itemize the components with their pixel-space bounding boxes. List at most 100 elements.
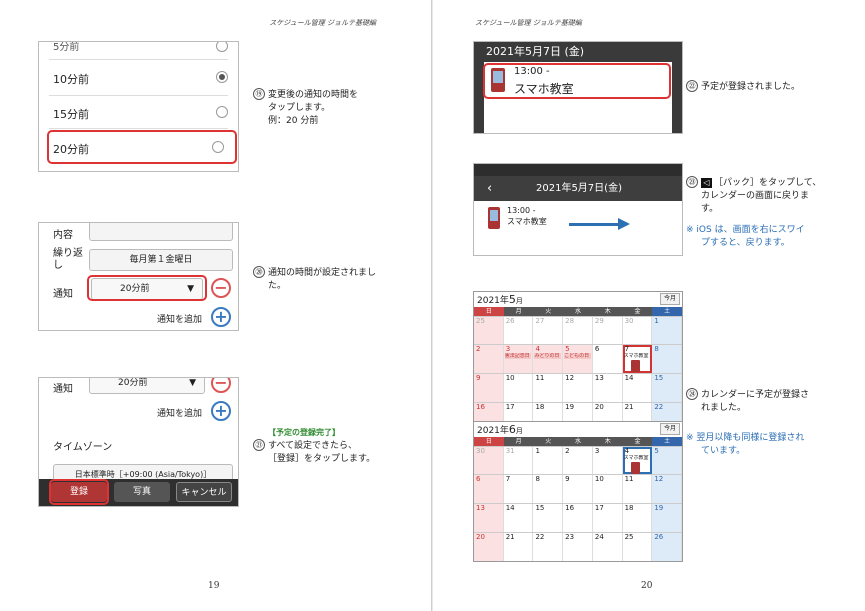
calendar-day-cell[interactable]: 14 xyxy=(504,504,534,532)
weekday-header: 水 xyxy=(563,307,593,316)
calendar-day-cell[interactable]: 19 xyxy=(652,504,683,532)
calendar-day-cell[interactable]: 27 xyxy=(533,317,564,344)
day-number: 20 xyxy=(594,403,604,411)
calendar-day-cell[interactable]: 6 xyxy=(593,345,623,373)
step-24: ㉔カレンダーに予定が登録さ れました。 xyxy=(686,388,809,415)
calendar-day-cell[interactable]: 23 xyxy=(563,533,593,561)
calendar-day-cell[interactable]: 31 xyxy=(504,447,534,474)
day-number: 2 xyxy=(565,447,570,455)
calendar-day-cell[interactable]: 26 xyxy=(652,533,683,561)
calendar-day-cell[interactable]: 15 xyxy=(533,504,564,532)
calendar-day-cell[interactable]: 30 xyxy=(623,317,653,344)
calendar-day-cell[interactable]: 15 xyxy=(652,374,683,402)
calendar-day-cell[interactable]: 28 xyxy=(563,317,593,344)
calendar-day-cell[interactable]: 17 xyxy=(593,504,623,532)
day-number: 7 xyxy=(505,475,511,483)
notify-dropdown[interactable]: 20分前 ▼ xyxy=(89,378,205,394)
weekday-header: 火 xyxy=(533,437,564,446)
calendar-day-cell[interactable]: 11 xyxy=(623,475,653,503)
add-notify-icon[interactable]: + xyxy=(211,401,231,421)
this-month-button[interactable]: 今月 xyxy=(659,423,680,435)
event-time: 13:00 - xyxy=(514,66,550,77)
radio-15[interactable] xyxy=(216,106,228,118)
calendar-day-cell[interactable]: 2 xyxy=(474,345,504,373)
content-label: 内容 xyxy=(53,230,73,241)
calendar-day-cell[interactable]: 18 xyxy=(623,504,653,532)
calendar-day-cell[interactable]: 9 xyxy=(474,374,504,402)
calendar-day-cell[interactable]: 24 xyxy=(593,533,623,561)
calendar-day-cell[interactable]: 9 xyxy=(563,475,593,503)
content-field[interactable] xyxy=(89,223,233,241)
day-number: 5 xyxy=(565,345,570,353)
calendar-day-cell[interactable]: 16 xyxy=(563,504,593,532)
calendar-day-cell[interactable]: 12 xyxy=(563,374,593,402)
cancel-button[interactable]: キャンセル xyxy=(176,482,232,502)
calendar-day-cell[interactable]: 4 スマホ教室 xyxy=(622,447,653,474)
calendar-day-cell[interactable]: 20 xyxy=(474,533,504,561)
option-10[interactable]: 10分前 xyxy=(53,71,89,87)
calendar-day-cell[interactable]: 10 xyxy=(593,475,623,503)
calendar-day-cell[interactable]: 22 xyxy=(533,533,564,561)
left-page: スケジュール管理 ジョルテ基礎編 5分前 10分前 15分前 20分前 ⑲ 変更後… xyxy=(0,0,432,611)
calendar-day-cell[interactable]: 1 xyxy=(533,447,564,474)
calendar-event[interactable]: スマホ教室 xyxy=(624,455,651,461)
holiday-label[interactable]: 憲法記念日 xyxy=(504,353,532,359)
weekday-header: 木 xyxy=(592,307,623,316)
calendar-day-cell[interactable]: 11 xyxy=(533,374,564,402)
event-title[interactable]: スマホ教室 xyxy=(507,216,547,227)
calendar-day-cell[interactable]: 3 憲法記念日 xyxy=(503,345,534,373)
calendar-day-cell[interactable]: 14 xyxy=(623,374,653,402)
calendar-day-cell[interactable]: 3 xyxy=(593,447,623,474)
notify-options-screenshot: 5分前 10分前 15分前 20分前 xyxy=(38,41,239,172)
add-notify-label: 通知を追加 xyxy=(157,409,203,419)
calendar-week-row: 30 31 1 2 3 4 スマホ教室 5 xyxy=(474,446,683,474)
event-title[interactable]: スマホ教室 xyxy=(514,80,574,97)
day-number: 13 xyxy=(594,374,604,382)
calendar-day-cell[interactable]: 12 xyxy=(652,475,683,503)
calendar-event[interactable]: スマホ教室 xyxy=(624,353,651,359)
radio-10-selected[interactable] xyxy=(216,71,228,83)
note-24: ※ 翌月以降も同様に登録され ています。 xyxy=(686,433,805,456)
day-number: 12 xyxy=(654,475,664,483)
calendar-day-cell[interactable]: 21 xyxy=(504,533,534,561)
holiday-label[interactable]: みどりの日 xyxy=(534,353,562,359)
phone-icon xyxy=(491,68,505,92)
repeat-field[interactable]: 毎月第１金曜日 xyxy=(89,249,233,271)
calendar-day-cell[interactable]: 7 xyxy=(504,475,534,503)
calendar-day-cell[interactable]: 25 xyxy=(623,533,653,561)
back-chevron-icon[interactable]: ‹ xyxy=(487,176,492,201)
holiday-label[interactable]: こどもの日 xyxy=(564,353,591,359)
remove-notify-icon[interactable]: − xyxy=(211,278,231,298)
running-header: スケジュール管理 ジョルテ基礎編 xyxy=(269,19,376,27)
option-15[interactable]: 15分前 xyxy=(53,106,89,122)
calendar-day-cell[interactable]: 5 xyxy=(652,447,683,474)
this-month-button[interactable]: 今月 xyxy=(659,293,680,305)
add-notify-icon[interactable]: + xyxy=(211,307,231,327)
photo-button[interactable]: 写真 xyxy=(114,482,170,502)
calendar-day-cell[interactable]: 4 みどりの日 xyxy=(533,345,564,373)
radio-5[interactable] xyxy=(216,42,228,52)
calendar-day-cell[interactable]: 8 xyxy=(652,345,683,373)
calendar-day-cell[interactable]: 2 xyxy=(563,447,593,474)
calendar-day-cell[interactable]: 1 xyxy=(652,317,683,344)
calendar-day-cell[interactable]: 26 xyxy=(504,317,534,344)
weekday-header: 土 xyxy=(652,307,683,316)
calendar-day-cell[interactable]: 13 xyxy=(474,504,504,532)
calendar-day-cell[interactable]: 25 xyxy=(474,317,504,344)
calendar-day-cell[interactable]: 7 スマホ教室 xyxy=(622,345,653,373)
day-number: 11 xyxy=(624,475,634,483)
calendar-day-cell[interactable]: 5 こどもの日 xyxy=(563,345,593,373)
remove-notify-icon[interactable]: − xyxy=(211,378,231,393)
day-number: 11 xyxy=(535,374,545,382)
step-19: ⑲ 変更後の通知の時間を タップします。 例：20 分前 xyxy=(253,88,358,128)
calendar-day-cell[interactable]: 6 xyxy=(474,475,504,503)
step-22: ㉒予定が登録されました。 xyxy=(686,80,800,94)
calendar-day-cell[interactable]: 8 xyxy=(533,475,564,503)
calendar-day-cell[interactable]: 10 xyxy=(504,374,534,402)
day-number: 15 xyxy=(535,504,545,512)
calendar-day-cell[interactable]: 29 xyxy=(593,317,623,344)
weekday-header: 月 xyxy=(503,437,534,446)
calendar-day-cell[interactable]: 13 xyxy=(593,374,623,402)
calendar-day-cell[interactable]: 30 xyxy=(474,447,504,474)
weekday-header: 金 xyxy=(622,307,653,316)
